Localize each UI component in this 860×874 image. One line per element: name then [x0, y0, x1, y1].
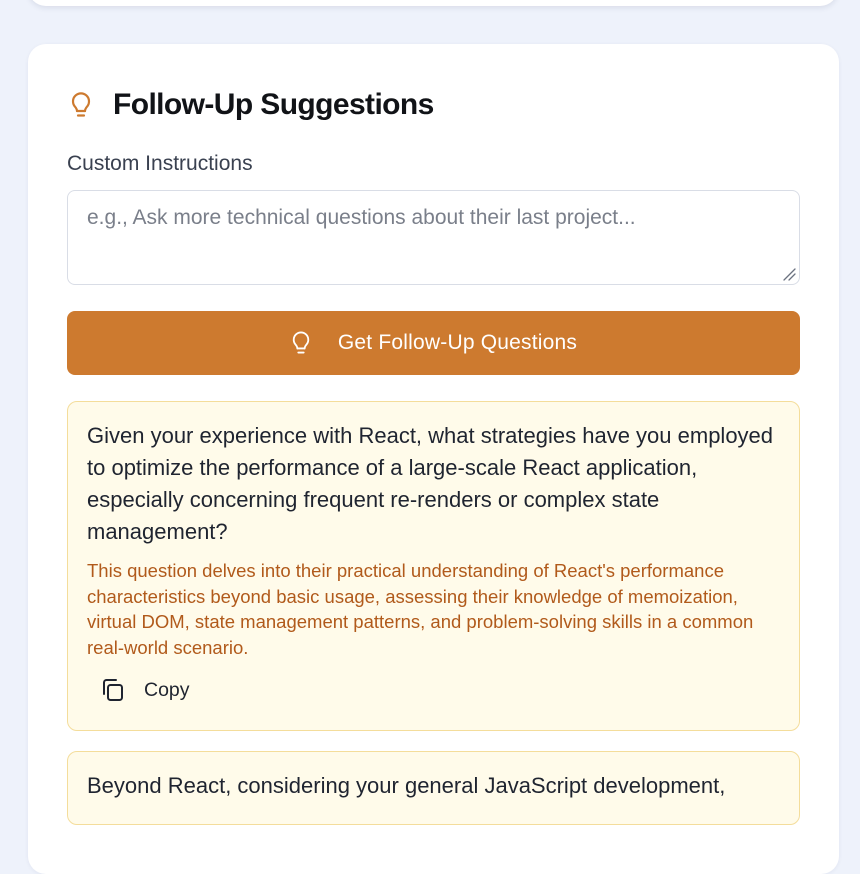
- card-header: Follow-Up Suggestions: [67, 80, 800, 130]
- custom-instructions-input[interactable]: [68, 191, 799, 284]
- get-follow-up-questions-button[interactable]: Get Follow-Up Questions: [67, 311, 800, 375]
- previous-card: [28, 0, 838, 6]
- lightbulb-icon: [290, 329, 312, 357]
- follow-up-suggestions-card: Follow-Up Suggestions Custom Instruction…: [28, 44, 839, 874]
- suggestion-item: Beyond React, considering your general J…: [67, 751, 800, 825]
- lightbulb-icon: [68, 89, 94, 121]
- suggestion-question: Beyond React, considering your general J…: [87, 773, 726, 798]
- get-follow-up-questions-label: Get Follow-Up Questions: [337, 331, 578, 354]
- custom-instructions-label: Custom Instructions: [67, 152, 253, 175]
- copy-label: Copy: [144, 678, 190, 701]
- section-title: Follow-Up Suggestions: [113, 88, 434, 121]
- copy-button[interactable]: Copy: [99, 676, 190, 704]
- suggestion-item: Given your experience with React, what s…: [67, 401, 800, 731]
- suggestion-question: Given your experience with React, what s…: [87, 423, 774, 544]
- custom-instructions-field-wrapper: [67, 190, 800, 285]
- suggestion-rationale: This question delves into their practica…: [87, 560, 754, 658]
- copy-icon: [99, 676, 127, 704]
- resize-handle-icon[interactable]: [782, 267, 796, 281]
